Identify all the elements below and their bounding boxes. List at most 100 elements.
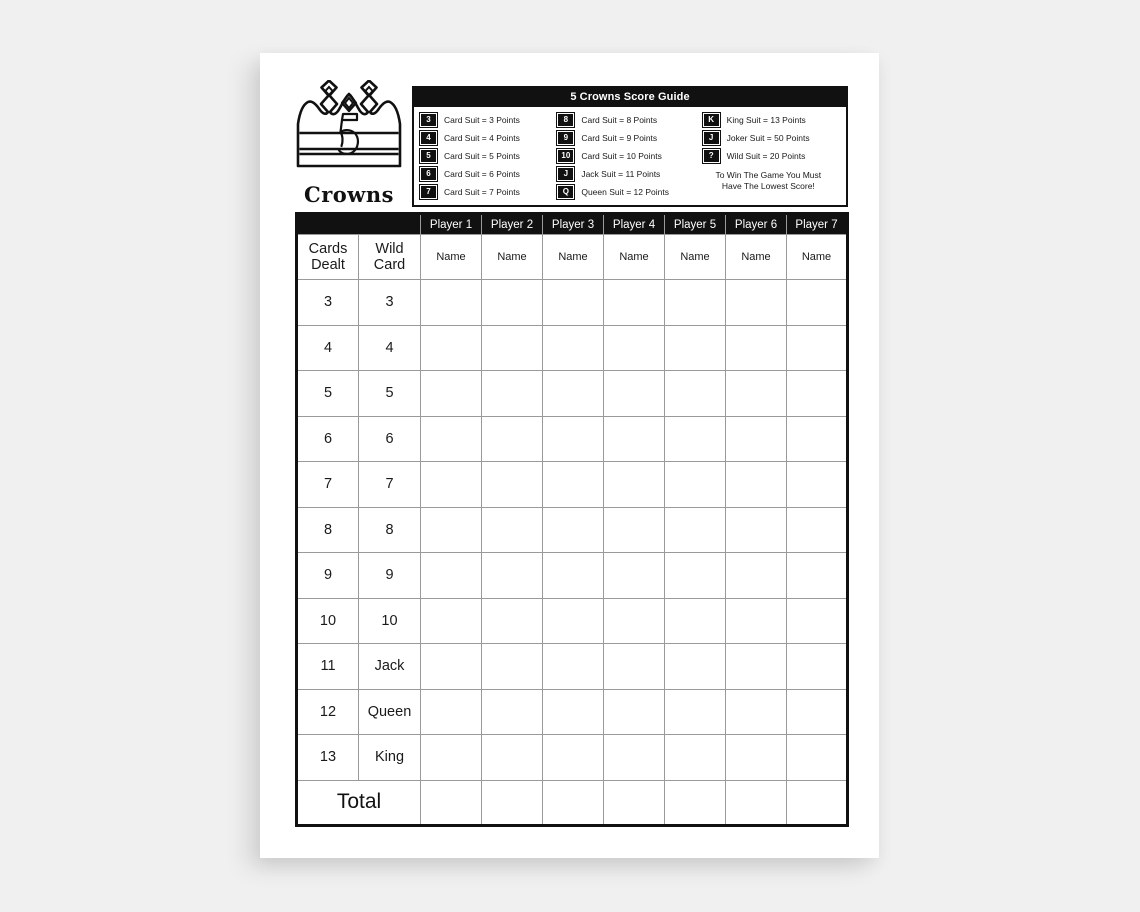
score-cell[interactable] [664, 643, 726, 690]
score-cell[interactable] [542, 734, 604, 781]
score-cell[interactable] [420, 461, 482, 508]
score-cell[interactable] [420, 324, 482, 371]
score-cell[interactable] [664, 506, 726, 553]
player-name-field-5[interactable]: Name [664, 234, 726, 280]
total-cell[interactable] [481, 779, 543, 826]
score-cell[interactable] [481, 279, 543, 326]
total-cell[interactable] [786, 779, 848, 826]
score-cell[interactable] [603, 324, 665, 371]
score-cell[interactable] [420, 734, 482, 781]
score-cell[interactable] [786, 324, 848, 371]
score-cell[interactable] [481, 506, 543, 553]
score-cell[interactable] [542, 552, 604, 599]
score-cell[interactable] [664, 688, 726, 735]
player-name-field-7[interactable]: Name [786, 234, 848, 280]
score-cell[interactable] [481, 597, 543, 644]
score-cell[interactable] [481, 552, 543, 599]
score-cell[interactable] [786, 734, 848, 781]
score-cell[interactable] [481, 643, 543, 690]
score-cell[interactable] [725, 279, 787, 326]
score-cell[interactable] [603, 552, 665, 599]
score-cell[interactable] [603, 461, 665, 508]
score-cell[interactable] [420, 688, 482, 735]
score-cell[interactable] [542, 324, 604, 371]
score-cell[interactable] [542, 597, 604, 644]
score-cell[interactable] [786, 279, 848, 326]
score-cell[interactable] [725, 552, 787, 599]
score-cell[interactable] [481, 415, 543, 462]
total-cell[interactable] [603, 779, 665, 826]
score-cell[interactable] [603, 734, 665, 781]
score-cell[interactable] [786, 688, 848, 735]
score-cell[interactable] [725, 370, 787, 417]
player-name-field-2[interactable]: Name [481, 234, 543, 280]
total-cell[interactable] [542, 779, 604, 826]
score-cell[interactable] [664, 370, 726, 417]
score-cell[interactable] [542, 415, 604, 462]
card-badge-icon: J [702, 130, 720, 145]
score-cell[interactable] [542, 643, 604, 690]
score-cell[interactable] [664, 734, 726, 781]
score-cell[interactable] [542, 370, 604, 417]
logo-wordmark: Crowns [304, 182, 394, 207]
score-cell[interactable] [725, 461, 787, 508]
cards-dealt-value: 10 [296, 597, 359, 644]
player-name-field-6[interactable]: Name [725, 234, 787, 280]
score-cell[interactable] [725, 415, 787, 462]
total-cell[interactable] [725, 779, 787, 826]
score-cell[interactable] [603, 279, 665, 326]
player-name-field-3[interactable]: Name [542, 234, 604, 280]
score-cell[interactable] [664, 461, 726, 508]
card-badge-icon: 4 [420, 130, 437, 145]
score-cell[interactable] [603, 415, 665, 462]
total-cell[interactable] [420, 779, 482, 826]
player-name-field-1[interactable]: Name [420, 234, 482, 280]
score-cell[interactable] [542, 279, 604, 326]
score-cell[interactable] [420, 415, 482, 462]
score-cell[interactable] [481, 734, 543, 781]
score-cell[interactable] [603, 370, 665, 417]
table-row: 11 Jack [296, 643, 848, 690]
score-cell[interactable] [725, 643, 787, 690]
score-guide-text: Card Suit = 3 Points [444, 114, 520, 125]
score-cell[interactable] [725, 734, 787, 781]
score-cell[interactable] [786, 552, 848, 599]
score-cell[interactable] [786, 643, 848, 690]
score-cell[interactable] [481, 324, 543, 371]
score-cell[interactable] [603, 688, 665, 735]
score-guide-row: 6 Card Suit = 6 Points [420, 165, 557, 182]
score-cell[interactable] [420, 643, 482, 690]
total-cell[interactable] [664, 779, 726, 826]
score-cell[interactable] [786, 506, 848, 553]
score-cell[interactable] [603, 643, 665, 690]
score-cell[interactable] [420, 370, 482, 417]
table-row: 6 6 [296, 415, 848, 462]
score-cell[interactable] [786, 597, 848, 644]
score-cell[interactable] [481, 370, 543, 417]
score-cell[interactable] [603, 597, 665, 644]
score-cell[interactable] [786, 461, 848, 508]
score-cell[interactable] [725, 324, 787, 371]
score-cell[interactable] [664, 324, 726, 371]
score-cell[interactable] [786, 415, 848, 462]
score-cell[interactable] [664, 279, 726, 326]
score-cell[interactable] [420, 506, 482, 553]
wild-card-value: 4 [358, 324, 421, 371]
score-cell[interactable] [542, 506, 604, 553]
score-cell[interactable] [725, 597, 787, 644]
score-cell[interactable] [542, 461, 604, 508]
score-cell[interactable] [603, 506, 665, 553]
score-cell[interactable] [664, 552, 726, 599]
score-cell[interactable] [542, 688, 604, 735]
score-cell[interactable] [481, 688, 543, 735]
score-cell[interactable] [786, 370, 848, 417]
score-cell[interactable] [481, 461, 543, 508]
score-cell[interactable] [664, 415, 726, 462]
score-cell[interactable] [664, 597, 726, 644]
score-cell[interactable] [725, 506, 787, 553]
score-cell[interactable] [725, 688, 787, 735]
score-cell[interactable] [420, 552, 482, 599]
player-name-field-4[interactable]: Name [603, 234, 665, 280]
score-cell[interactable] [420, 279, 482, 326]
score-cell[interactable] [420, 597, 482, 644]
